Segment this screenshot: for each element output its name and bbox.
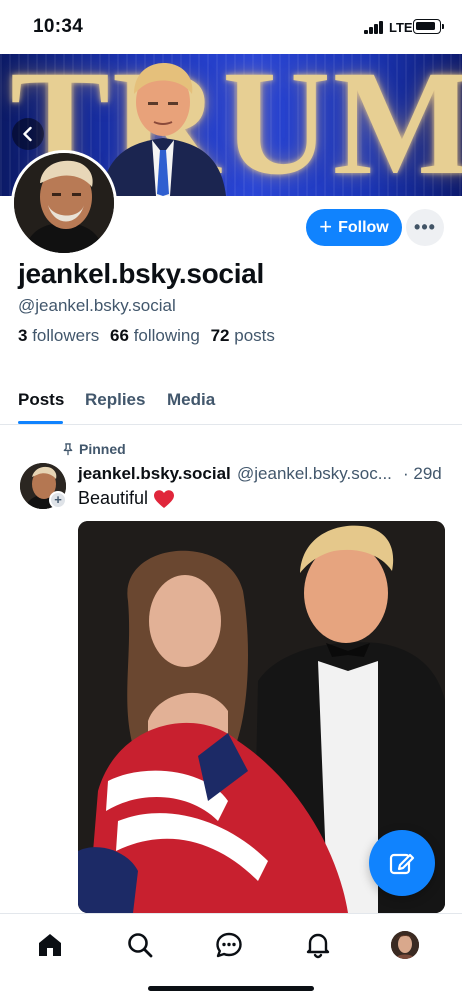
status-bar: 10:34 LTE [0,0,462,54]
post-time: · 29d [403,464,442,483]
follow-label: Follow [338,218,389,236]
posts-stat: 72 posts [210,326,275,345]
tab-replies[interactable]: Replies [85,390,145,410]
nav-notifications[interactable] [303,930,333,960]
post-handle: @jeankel.bsky.soc... [237,464,392,483]
home-indicator [148,986,314,991]
display-name: jeankel.bsky.social [18,258,264,289]
post-text: Beautiful [78,488,175,509]
profile-avatar[interactable] [11,150,117,256]
more-icon: ••• [414,217,436,237]
back-button[interactable] [12,118,44,150]
nav-search[interactable] [125,930,155,960]
home-icon [39,934,61,956]
signal-icon [364,21,384,34]
bell-icon [306,933,330,959]
back-icon [23,126,32,142]
bottom-nav [0,913,462,1000]
pinned-label: Pinned [62,441,126,457]
profile-handle: @jeankel.bsky.social [18,296,176,315]
network-label: LTE [389,20,413,35]
battery-icon [413,19,444,34]
heart-icon [154,489,175,508]
chat-icon [216,932,242,958]
tab-media[interactable]: Media [167,390,215,410]
followers-stat[interactable]: 3 followers [18,326,99,345]
post-follow-plus-icon[interactable]: + [49,491,67,509]
following-stat[interactable]: 66 following [110,326,200,345]
plus-icon: + [319,213,333,239]
status-time: 10:34 [33,16,84,37]
banner-figure [101,63,226,196]
active-tab-indicator [18,421,63,424]
search-icon [128,933,153,958]
nav-home[interactable] [35,930,65,960]
compose-button[interactable] [369,830,435,896]
nav-profile-avatar[interactable] [391,931,419,959]
tab-posts[interactable]: Posts [18,390,64,410]
pin-icon [63,442,73,455]
nav-chat[interactable] [214,930,244,960]
profile-tabs: Posts Replies Media [0,376,462,425]
more-button[interactable]: ••• [406,209,444,246]
profile-stats: 3 followers 66 following 72 posts [18,326,275,346]
follow-button[interactable]: + Follow [306,209,402,246]
post-author[interactable]: jeankel.bsky.social [78,464,231,484]
compose-icon [389,853,415,875]
